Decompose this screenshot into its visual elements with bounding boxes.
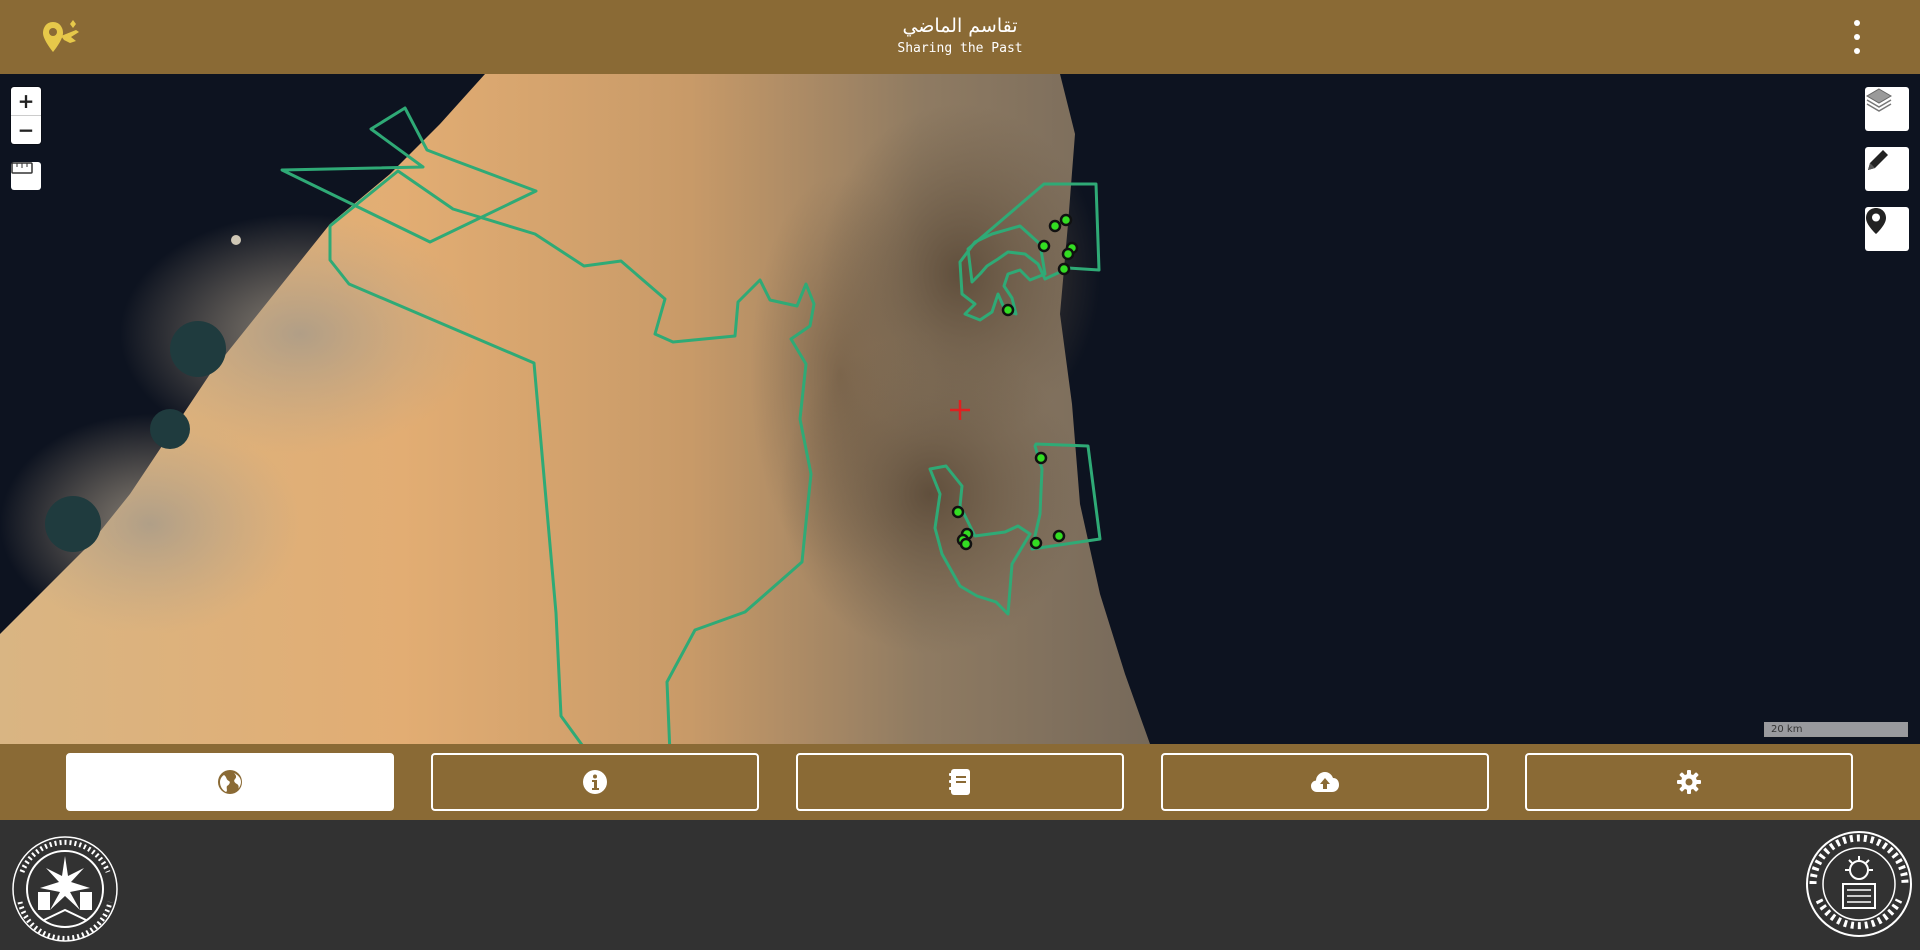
globe-icon bbox=[218, 770, 242, 794]
scale-bar: 20 km bbox=[1764, 722, 1908, 737]
draw-button[interactable] bbox=[1865, 147, 1909, 191]
nav-settings-button[interactable] bbox=[1525, 753, 1853, 811]
left-seal-text: حكومة الشارقة - هيئة الشارقة للآثار · Sh… bbox=[0, 820, 1, 821]
info-icon bbox=[583, 770, 607, 794]
nav-upload-button[interactable] bbox=[1161, 753, 1489, 811]
bottom-nav bbox=[0, 744, 1920, 820]
map-view[interactable]: + − 20 km bbox=[0, 74, 1920, 744]
upm-university-seal-logo bbox=[1806, 831, 1912, 937]
measure-ruler-icon[interactable] bbox=[11, 162, 41, 190]
right-seal-text: UNIVERSIDAD POLITÉCNICA MADRID bbox=[0, 820, 1, 821]
pencil-icon bbox=[1868, 150, 1888, 170]
map-marker-icon bbox=[1866, 208, 1886, 234]
layers-icon bbox=[1866, 88, 1892, 112]
nav-info-button[interactable] bbox=[431, 753, 759, 811]
map-canvas bbox=[0, 74, 1920, 744]
cloud-upload-icon bbox=[1311, 772, 1339, 792]
add-marker-button[interactable] bbox=[1865, 207, 1909, 251]
book-icon bbox=[949, 769, 970, 795]
kebab-menu-icon[interactable] bbox=[1842, 20, 1872, 54]
app-header: تقاسم الماضي Sharing the Past bbox=[0, 0, 1920, 74]
nav-guide-button[interactable] bbox=[796, 753, 1124, 811]
zoom-in-button[interactable]: + bbox=[11, 87, 41, 115]
zoom-out-button[interactable]: − bbox=[11, 115, 41, 144]
gear-icon bbox=[1677, 770, 1701, 794]
title-arabic: تقاسم الماضي bbox=[902, 15, 1018, 37]
title-english: Sharing the Past bbox=[897, 41, 1023, 56]
app-title: تقاسم الماضي Sharing the Past bbox=[0, 14, 1920, 58]
sharjah-archaeology-seal-logo bbox=[12, 836, 118, 942]
zoom-control: + − bbox=[11, 87, 41, 144]
layers-button[interactable] bbox=[1865, 87, 1909, 131]
nav-map-button[interactable] bbox=[66, 753, 394, 811]
footer: حكومة الشارقة - هيئة الشارقة للآثار · Sh… bbox=[0, 820, 1920, 950]
